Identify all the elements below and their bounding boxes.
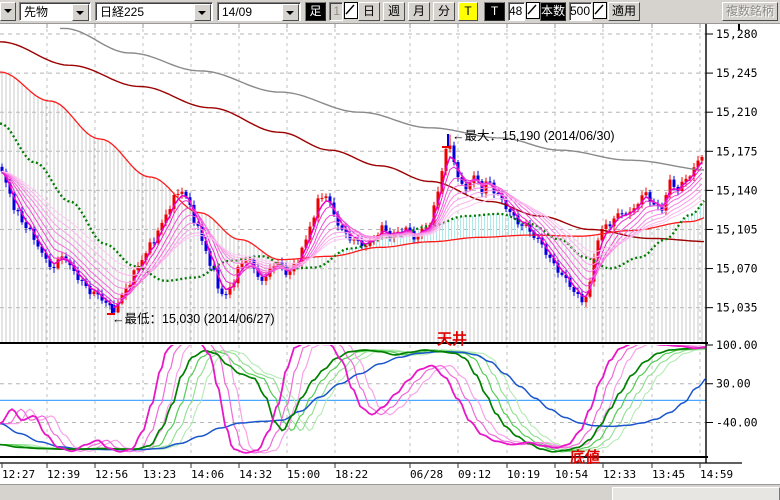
price-axis-label: 15,280 xyxy=(716,27,758,41)
contract-month-value: 14/09 xyxy=(222,4,252,21)
category-select[interactable]: 先物 xyxy=(19,2,91,21)
bars-input[interactable]: 48 xyxy=(508,2,525,21)
min-annotation: ←最低：15,030 (2014/06/27) xyxy=(112,312,275,326)
category-value: 先物 xyxy=(24,4,48,21)
interval-input[interactable]: 1 xyxy=(329,2,343,21)
diagonal-spin-icon xyxy=(345,3,355,16)
tick-mode-label: T xyxy=(484,2,505,21)
diagonal-spin-icon xyxy=(594,3,604,16)
time-axis-label: 14:06 xyxy=(191,468,224,481)
price-axis-label: 15,210 xyxy=(716,105,758,119)
time-axis-label: 12:56 xyxy=(95,468,128,481)
diagonal-spin-icon xyxy=(527,3,537,16)
count-input[interactable]: 500 xyxy=(569,2,592,21)
contract-dropdown-button[interactable] xyxy=(282,4,299,21)
trading-app-window: ←最大：15,190 (2014/06/30) ←最低：15,030 (2014/… xyxy=(0,0,780,500)
symbol-dropdown-button[interactable] xyxy=(194,4,211,21)
chevron-down-icon xyxy=(286,11,294,15)
max-annotation: ←最大：15,190 (2014/06/30) xyxy=(452,129,615,143)
bar-type-label: 足 xyxy=(305,2,326,21)
time-axis-label: 18:22 xyxy=(335,468,368,481)
time-axis-label: 12:27 xyxy=(2,468,35,481)
period-month-button[interactable]: 月 xyxy=(408,2,430,21)
time-axis-label: 14:32 xyxy=(239,468,272,481)
price-axis-label: 15,070 xyxy=(716,262,758,276)
multi-symbol-button[interactable]: 複数銘柄 xyxy=(722,2,778,21)
time-axis-label: 13:23 xyxy=(143,468,176,481)
signal-labels: 天井底値 xyxy=(437,330,600,466)
period-day-button[interactable]: 日 xyxy=(358,2,380,21)
time-axis-label: 14:59 xyxy=(700,468,733,481)
oscillator-axis-label: 100.00 xyxy=(716,338,758,352)
interval-spinner-button[interactable] xyxy=(344,2,358,19)
chart-area[interactable]: ←最大：15,190 (2014/06/30) ←最低：15,030 (2014/… xyxy=(0,0,780,500)
floor-label: 底値 xyxy=(570,448,600,466)
time-axis-label: 10:19 xyxy=(507,468,540,481)
chevron-down-icon xyxy=(198,11,206,15)
price-axis-label: 15,140 xyxy=(716,183,758,197)
time-axis-label: 12:39 xyxy=(47,468,80,481)
category-dropdown-button[interactable] xyxy=(72,4,89,21)
time-axis-label: 15:00 xyxy=(287,468,320,481)
symbol-value: 日経225 xyxy=(100,4,144,21)
symbol-select[interactable]: 日経225 xyxy=(95,2,213,21)
toolbar: 先物 日経225 14/09 足 1 日 週 月 分 T T 48 本数 500… xyxy=(0,0,780,24)
price-axis-label: 15,245 xyxy=(716,66,758,80)
oscillator-layer xyxy=(0,343,706,453)
time-axis-label: 13:45 xyxy=(652,468,685,481)
price-axis-label: 15,035 xyxy=(716,301,758,315)
time-axis-label: 09:12 xyxy=(458,468,491,481)
scrollbar-thumb[interactable] xyxy=(612,487,780,500)
period-week-button[interactable]: 週 xyxy=(383,2,405,21)
ceiling-label: 天井 xyxy=(437,330,467,348)
edge-dropdown-button[interactable] xyxy=(0,2,16,21)
apply-button[interactable]: 適用 xyxy=(608,2,640,21)
bars-spinner-button[interactable] xyxy=(526,2,540,19)
oscillator-axis-label: 30.00 xyxy=(716,377,751,391)
horizontal-scrollbar[interactable] xyxy=(0,484,780,500)
contract-month-select[interactable]: 14/09 xyxy=(217,2,301,21)
time-axis-label: 06/28 xyxy=(410,468,443,481)
period-minute-button[interactable]: 分 xyxy=(433,2,455,21)
time-axis-label: 10:54 xyxy=(555,468,588,481)
chevron-down-icon xyxy=(4,9,12,13)
oscillator-axis-label: -40.00 xyxy=(716,415,758,429)
count-spinner-button[interactable] xyxy=(593,2,607,19)
price-axis-label: 15,175 xyxy=(716,144,758,158)
price-axis-label: 15,105 xyxy=(716,222,758,236)
tick-toggle-button[interactable]: T xyxy=(458,2,478,21)
time-axis-label: 12:33 xyxy=(603,468,636,481)
bars-unit-label: 本数 xyxy=(540,2,566,21)
chevron-down-icon xyxy=(76,11,84,15)
